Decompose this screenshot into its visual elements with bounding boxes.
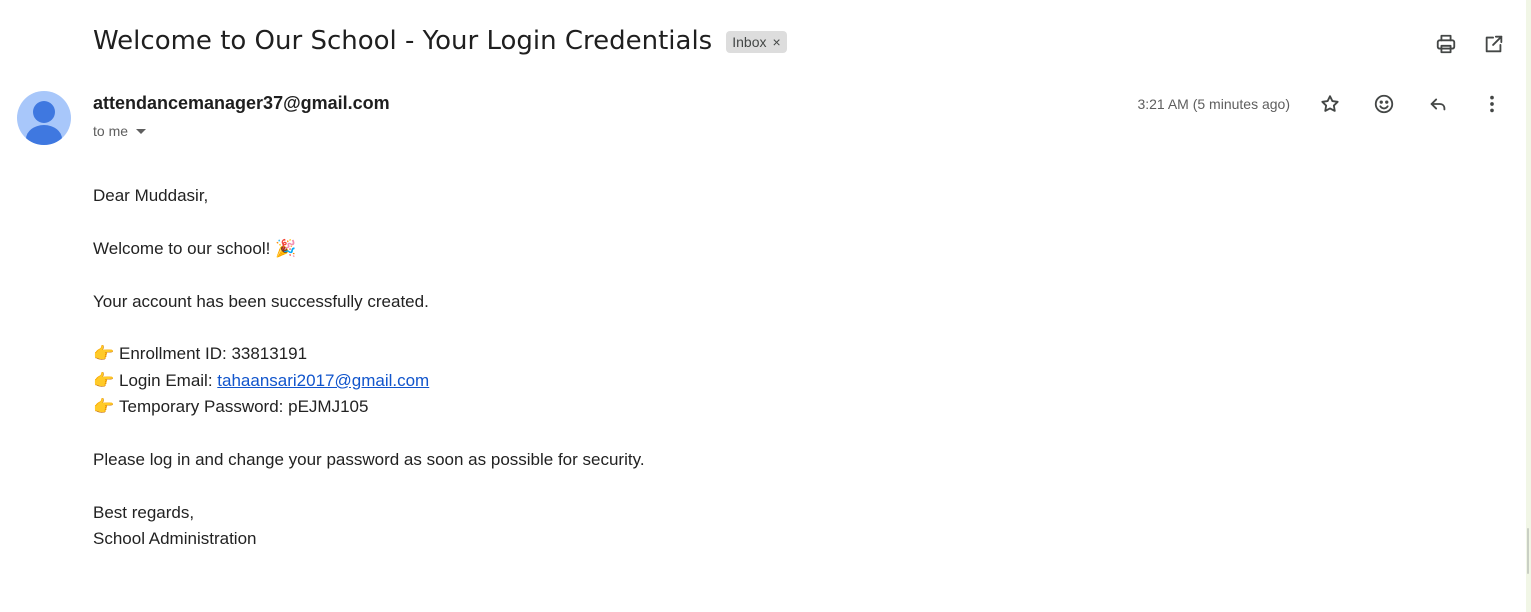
chevron-down-icon: [136, 128, 147, 134]
password-line: 👉 Temporary Password: pEJMJ105: [93, 394, 645, 420]
signature-line: School Administration: [93, 529, 257, 549]
sender-email[interactable]: attendancemanager37@gmail.com: [93, 93, 390, 114]
email-timestamp: 3:21 AM (5 minutes ago): [1137, 96, 1290, 112]
label-chip-text: Inbox: [732, 34, 767, 50]
recipient-summary: to me: [93, 123, 129, 139]
pointing-hand-icon: 👉: [93, 370, 115, 390]
temporary-password: pEJMJ105: [288, 397, 369, 417]
instruction-line: Please log in and change your password a…: [93, 450, 645, 469]
pointing-hand-icon: 👉: [93, 344, 115, 364]
login-email-label: Login Email:: [119, 370, 218, 390]
reply-icon[interactable]: [1426, 92, 1450, 116]
password-label: Temporary Password:: [119, 397, 289, 417]
print-icon[interactable]: [1434, 32, 1458, 56]
enrollment-line: 👉 Enrollment ID: 33813191: [93, 341, 645, 367]
pointing-hand-icon: 👉: [93, 397, 115, 417]
recipient-details-toggle[interactable]: to me: [93, 123, 147, 139]
emoji-reaction-icon[interactable]: [1372, 92, 1396, 116]
account-created-line: Your account has been successfully creat…: [93, 291, 429, 311]
sender-avatar[interactable]: [17, 91, 71, 145]
login-email-line: 👉 Login Email: tahaansari2017@gmail.com: [93, 368, 645, 394]
login-email-link[interactable]: tahaansari2017@gmail.com: [217, 371, 429, 390]
label-chip-inbox[interactable]: Inbox ×: [726, 31, 787, 53]
avatar-body: [26, 125, 62, 145]
scrollbar-thumb[interactable]: [1527, 528, 1529, 574]
enrollment-label: Enrollment ID:: [119, 344, 232, 364]
email-subject: Welcome to Our School - Your Login Crede…: [93, 26, 713, 56]
avatar-head: [33, 101, 55, 123]
email-body: Dear Muddasir, Welcome to our school! 🎉 …: [93, 183, 645, 553]
welcome-line: Welcome to our school! 🎉: [93, 238, 297, 258]
open-in-new-window-icon[interactable]: [1482, 32, 1506, 56]
remove-label-button[interactable]: ×: [772, 34, 780, 50]
closing-line: Best regards,: [93, 502, 195, 522]
scrollbar-track[interactable]: [1526, 0, 1531, 612]
enrollment-id: 33813191: [231, 344, 308, 364]
more-vert-icon[interactable]: [1480, 92, 1504, 116]
header-actions: [1434, 32, 1506, 56]
star-icon[interactable]: [1318, 92, 1342, 116]
greeting: Dear Muddasir,: [93, 186, 209, 205]
message-actions: [1318, 92, 1504, 116]
subject-row: Welcome to Our School - Your Login Crede…: [93, 26, 787, 56]
